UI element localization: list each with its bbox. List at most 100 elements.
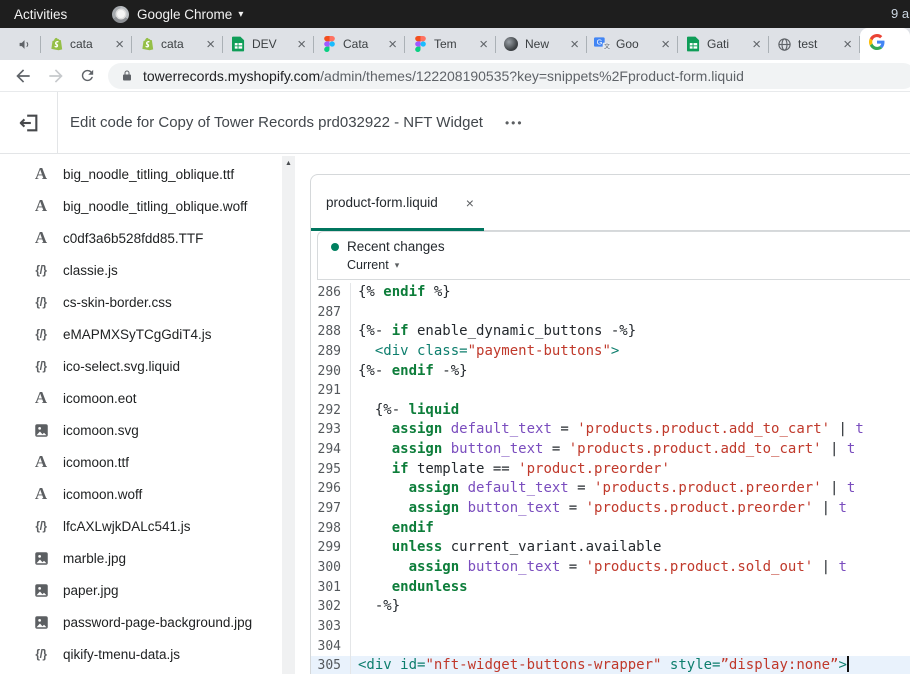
font-file-icon: A xyxy=(30,164,52,184)
lock-icon[interactable] xyxy=(121,69,133,82)
browser-tab[interactable]: Tem× xyxy=(405,28,495,60)
tab-close-icon[interactable]: × xyxy=(388,37,397,52)
active-tab-underline xyxy=(311,228,484,231)
line-number: 295 xyxy=(311,460,351,480)
clock: 9 a xyxy=(891,0,910,28)
file-item[interactable]: {/}lfcAXLwjkDALc541.js xyxy=(0,510,310,542)
code-line: 291 xyxy=(311,381,910,401)
file-item[interactable]: Ac0df3a6b528fdd85.TTF xyxy=(0,222,310,254)
code-line: 303 xyxy=(311,617,910,637)
line-number: 290 xyxy=(311,362,351,382)
tab-close-icon[interactable]: × xyxy=(115,37,124,52)
tab-divider xyxy=(586,36,587,53)
code-line-content: {%- endif -%} xyxy=(351,362,468,382)
app-menu[interactable]: Google Chrome ▾ xyxy=(112,6,243,23)
code-line: 289 <div class="payment-buttons"> xyxy=(311,342,910,362)
code-line: 299 unless current_variant.available xyxy=(311,538,910,558)
browser-tab[interactable]: test× xyxy=(769,28,859,60)
activities-button[interactable]: Activities xyxy=(14,7,67,22)
browser-tab[interactable]: DEV× xyxy=(223,28,313,60)
file-name: qikify-tmenu-data.js xyxy=(63,647,180,662)
line-number: 293 xyxy=(311,420,351,440)
line-number: 294 xyxy=(311,440,351,460)
code-file-icon: {/} xyxy=(30,519,52,533)
recent-changes-label: Recent changes xyxy=(347,239,445,254)
code-line: 286{% endif %} xyxy=(311,283,910,303)
file-name: big_noodle_titling_oblique.ttf xyxy=(63,167,234,182)
more-actions-button[interactable]: ••• xyxy=(505,116,524,130)
editor-tab-filename: product-form.liquid xyxy=(326,195,438,210)
file-item[interactable]: Aicomoon.ttf xyxy=(0,446,310,478)
close-icon[interactable]: × xyxy=(466,195,474,211)
code-file-icon: {/} xyxy=(30,327,52,341)
code-line: 293 assign default_text = 'products.prod… xyxy=(311,420,910,440)
code-line: 296 assign default_text = 'products.prod… xyxy=(311,479,910,499)
line-number: 303 xyxy=(311,617,351,637)
url-path: /admin/themes/122208190535?key=snippets%… xyxy=(320,68,744,84)
code-area[interactable]: 286{% endif %}287288{%- if enable_dynami… xyxy=(311,280,910,674)
version-dropdown[interactable]: Current ▾ xyxy=(347,258,910,272)
file-item[interactable]: {/}eMAPMXSyTCgGdiT4.js xyxy=(0,318,310,350)
file-item[interactable]: password-page-background.jpg xyxy=(0,606,310,638)
tab-label: New xyxy=(525,37,564,51)
browser-tab[interactable]: G文Goo× xyxy=(587,28,677,60)
browser-tab-active[interactable] xyxy=(860,28,910,60)
file-item[interactable]: Aicomoon.eot xyxy=(0,382,310,414)
forward-button[interactable] xyxy=(46,66,66,86)
file-item[interactable]: Abig_noodle_titling_oblique.woff xyxy=(0,190,310,222)
tab-close-icon[interactable]: × xyxy=(570,37,579,52)
page-title: Edit code for Copy of Tower Records prd0… xyxy=(70,114,483,131)
tab-close-icon[interactable]: × xyxy=(661,37,670,52)
tab-divider xyxy=(677,36,678,53)
tab-close-icon[interactable]: × xyxy=(206,37,215,52)
browser-tab[interactable]: Cata × xyxy=(314,28,404,60)
file-name: classie.js xyxy=(63,263,118,278)
browser-tab[interactable]: New × xyxy=(496,28,586,60)
browser-tab[interactable]: cata× xyxy=(41,28,131,60)
line-number: 304 xyxy=(311,637,351,657)
file-item[interactable]: {/}qikify-tmenu-data.js xyxy=(0,638,310,670)
code-line: 290{%- endif -%} xyxy=(311,362,910,382)
line-number: 296 xyxy=(311,479,351,499)
file-item[interactable]: Abig_noodle_titling_oblique.ttf xyxy=(0,158,310,190)
file-item[interactable]: Aicomoon.woff xyxy=(0,478,310,510)
version-dropdown-value: Current xyxy=(347,258,389,272)
recent-changes-panel: Recent changes Current ▾ xyxy=(317,231,910,280)
chrome-logo-icon xyxy=(112,6,129,23)
image-file-icon xyxy=(30,423,52,438)
file-name: ico-select.svg.liquid xyxy=(63,359,180,374)
line-number: 298 xyxy=(311,519,351,539)
browser-tab[interactable]: cata× xyxy=(132,28,222,60)
exit-code-editor-button[interactable] xyxy=(18,112,40,134)
url-omnibox[interactable]: towerrecords.myshopify.com/admin/themes/… xyxy=(108,63,910,89)
browser-tab[interactable]: Gati× xyxy=(678,28,768,60)
tab-close-icon[interactable]: × xyxy=(843,37,852,52)
sidebar-scrollbar[interactable]: ▲ xyxy=(282,156,295,674)
file-item[interactable]: {/}ico-select.svg.liquid xyxy=(0,350,310,382)
tab-close-icon[interactable]: × xyxy=(752,37,761,52)
back-button[interactable] xyxy=(13,66,33,86)
code-line-content xyxy=(351,617,358,637)
editor-tab-product-form[interactable]: product-form.liquid × xyxy=(311,195,474,211)
line-number: 291 xyxy=(311,381,351,401)
line-number: 287 xyxy=(311,303,351,323)
tab-divider xyxy=(859,36,860,53)
code-line-content: {%- if enable_dynamic_buttons -%} xyxy=(351,322,636,342)
line-number: 302 xyxy=(311,597,351,617)
file-item[interactable]: icomoon.svg xyxy=(0,414,310,446)
reload-button[interactable] xyxy=(79,67,96,84)
file-item[interactable]: marble.jpg xyxy=(0,542,310,574)
editor-tab-bar: product-form.liquid × xyxy=(311,175,910,231)
file-item[interactable]: {/}cs-skin-border.css xyxy=(0,286,310,318)
tab-divider xyxy=(40,36,41,53)
tab-label: Cata xyxy=(343,37,382,51)
shopify-icon xyxy=(48,36,64,52)
file-item[interactable]: paper.jpg xyxy=(0,574,310,606)
header-divider xyxy=(57,92,58,153)
scroll-up-arrow-icon[interactable]: ▲ xyxy=(282,156,295,167)
tab-close-icon[interactable]: × xyxy=(297,37,306,52)
line-number: 286 xyxy=(311,283,351,303)
file-name: icomoon.eot xyxy=(63,391,137,406)
file-item[interactable]: {/}classie.js xyxy=(0,254,310,286)
tab-close-icon[interactable]: × xyxy=(479,37,488,52)
